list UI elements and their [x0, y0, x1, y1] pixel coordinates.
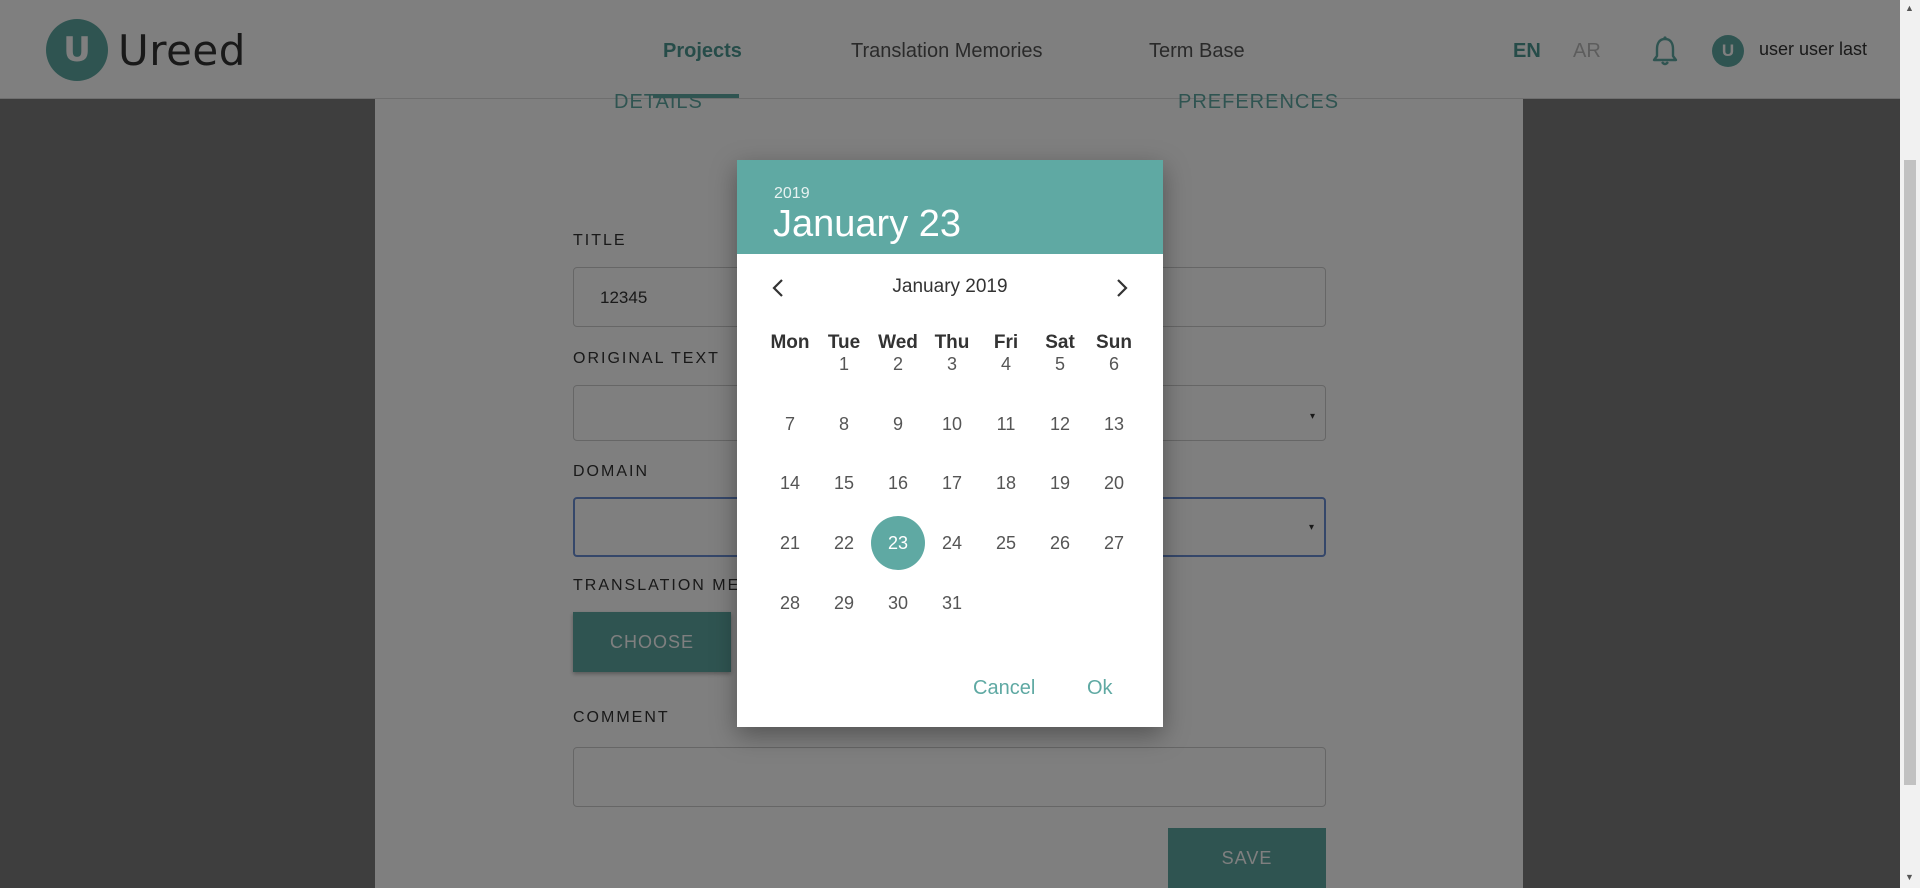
calendar-day[interactable]: 21	[763, 516, 817, 570]
page-scrollbar[interactable]: ▲ ▼	[1900, 0, 1920, 888]
calendar-day[interactable]: 6	[1087, 337, 1141, 391]
calendar-day[interactable]: 16	[871, 456, 925, 510]
selected-year[interactable]: 2019	[774, 185, 810, 203]
calendar-day[interactable]: 9	[871, 397, 925, 451]
cancel-button[interactable]: Cancel	[973, 677, 1035, 700]
calendar-day[interactable]: 24	[925, 516, 979, 570]
month-label: January 2019	[892, 276, 1008, 297]
calendar-day[interactable]: 29	[817, 576, 871, 630]
scroll-up-icon[interactable]: ▲	[1905, 3, 1914, 13]
date-picker-header: 2019 January 23	[737, 160, 1163, 254]
calendar-day[interactable]: 20	[1087, 456, 1141, 510]
calendar-day[interactable]: 10	[925, 397, 979, 451]
calendar-day[interactable]: 14	[763, 456, 817, 510]
calendar-day[interactable]: 1	[817, 337, 871, 391]
calendar-day[interactable]: 2	[871, 337, 925, 391]
scrollbar-thumb[interactable]	[1904, 160, 1916, 785]
calendar-day[interactable]: 18	[979, 456, 1033, 510]
calendar-day[interactable]: 12	[1033, 397, 1087, 451]
calendar-day[interactable]: 5	[1033, 337, 1087, 391]
calendar-day[interactable]: 17	[925, 456, 979, 510]
ok-button[interactable]: Ok	[1087, 677, 1113, 700]
calendar-day[interactable]: 22	[817, 516, 871, 570]
selected-date[interactable]: January 23	[773, 203, 961, 246]
calendar-day[interactable]: 27	[1087, 516, 1141, 570]
calendar-day[interactable]: 11	[979, 397, 1033, 451]
calendar-day[interactable]: 26	[1033, 516, 1087, 570]
weekday-header: Mon	[770, 332, 810, 353]
calendar-day[interactable]: 3	[925, 337, 979, 391]
calendar-day[interactable]: 13	[1087, 397, 1141, 451]
calendar-day[interactable]: 7	[763, 397, 817, 451]
calendar-day[interactable]: 28	[763, 576, 817, 630]
calendar-day[interactable]: 4	[979, 337, 1033, 391]
calendar-day[interactable]: 19	[1033, 456, 1087, 510]
scroll-down-icon[interactable]: ▼	[1905, 872, 1914, 882]
calendar-day[interactable]: 8	[817, 397, 871, 451]
calendar-day[interactable]: 31	[925, 576, 979, 630]
calendar-day-selected[interactable]: 23	[871, 516, 925, 570]
date-picker-dialog: 2019 January 23 January 2019 Mon Tue Wed Th…	[737, 160, 1163, 727]
calendar-day[interactable]: 15	[817, 456, 871, 510]
calendar-day[interactable]: 25	[979, 516, 1033, 570]
calendar-day[interactable]: 30	[871, 576, 925, 630]
